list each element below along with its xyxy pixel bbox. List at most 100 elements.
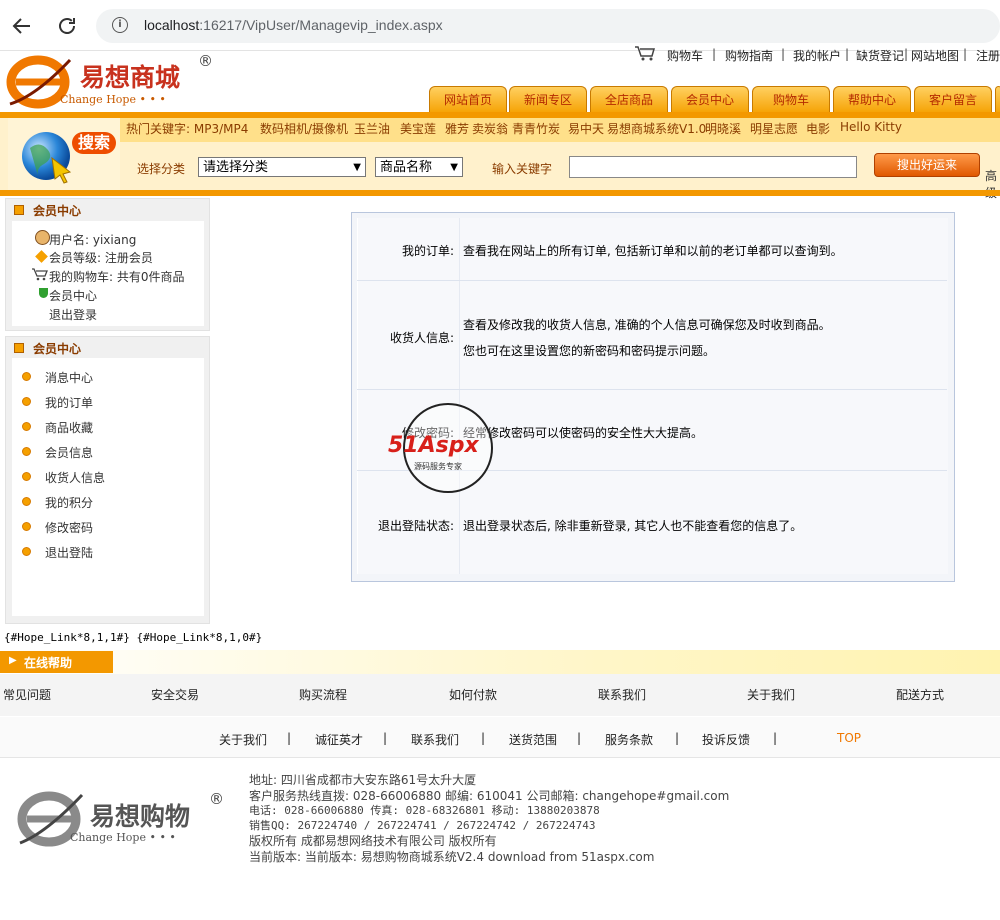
reload-button[interactable] xyxy=(55,14,79,38)
chevron-down-icon: ▼ xyxy=(353,162,361,173)
row-desc-orders: 查看我在网站上的所有订单, 包括新订单和以前的老订单都可以查询到。 xyxy=(463,244,843,258)
panel-head-icon xyxy=(14,205,24,215)
hot-keyword[interactable]: 电影 xyxy=(806,120,830,137)
nav-tab-more[interactable] xyxy=(995,86,1000,114)
keyword-label: 输入关键字 xyxy=(492,162,553,176)
divider: | xyxy=(675,731,680,745)
keyword-input[interactable] xyxy=(569,156,857,178)
hot-keyword[interactable]: 美宝莲 xyxy=(400,120,436,137)
nav-tab-home[interactable]: 网站首页 xyxy=(429,86,507,114)
category-select[interactable]: 请选择分类 ▼ xyxy=(198,157,366,177)
hot-keyword[interactable]: Hello Kitty xyxy=(840,120,902,134)
footer-qq: 销售QQ: 267224740 / 267224741 / 267224742 … xyxy=(249,819,596,832)
nav-tab-guestbook[interactable]: 客户留言 xyxy=(914,86,992,114)
row-divider xyxy=(357,280,947,281)
footer-logo-title: 易想购物 xyxy=(90,802,191,831)
globe-icon xyxy=(22,132,72,184)
help-bar xyxy=(0,650,1000,674)
info-icon[interactable]: i xyxy=(112,17,128,33)
divider: | xyxy=(287,731,292,745)
nav-tab-help[interactable]: 帮助中心 xyxy=(833,86,911,114)
footer-link-delivery-area[interactable]: 送货范围 xyxy=(509,731,557,748)
my-cart[interactable]: 我的购物车: 共有0件商品 xyxy=(49,268,185,285)
search-globe: 搜索 xyxy=(8,118,120,194)
logout-link[interactable]: 退出登录 xyxy=(49,306,97,323)
menu-item-logout[interactable]: 退出登陆 xyxy=(45,544,93,561)
nav-tab-news[interactable]: 新闻专区 xyxy=(509,86,587,114)
member-center-link[interactable]: 会员中心 xyxy=(49,287,97,304)
nav-tab-cart[interactable]: 购物车 xyxy=(752,86,830,114)
hot-keyword-label[interactable]: 热门关键字: MP3/MP4 xyxy=(126,120,248,137)
chevron-down-icon: ▼ xyxy=(450,162,458,173)
footer-link-feedback[interactable]: 投诉反馈 xyxy=(702,731,750,748)
footer-link-jobs[interactable]: 诚征英才 xyxy=(315,731,363,748)
username: 用户名: yixiang xyxy=(49,233,137,247)
divider: | xyxy=(577,731,582,745)
hot-keyword[interactable]: 雅芳 xyxy=(445,120,469,137)
footer-logo-subtitle: Change Hope • • • xyxy=(70,831,176,844)
back-button[interactable] xyxy=(10,14,34,38)
member-level: 会员等级: 注册会员 xyxy=(49,251,153,265)
hot-keyword[interactable]: 明晓溪 xyxy=(705,120,741,137)
watermark-subtext: 源码服务专家 xyxy=(414,462,462,471)
bullet-icon xyxy=(22,522,31,531)
help-link-payment[interactable]: 如何付款 xyxy=(449,686,497,703)
row-label-logout: 退出登陆状态: xyxy=(377,519,454,533)
hot-keyword[interactable]: 易想商城系统V1.0 xyxy=(607,120,706,137)
menu-item-favorites[interactable]: 商品收藏 xyxy=(45,419,93,436)
menu-item-password[interactable]: 修改密码 xyxy=(45,519,93,536)
menu-item-points[interactable]: 我的积分 xyxy=(45,494,93,511)
search-band-bottom xyxy=(0,190,1000,196)
nav-tab-products[interactable]: 全店商品 xyxy=(590,86,668,114)
menu-item-orders[interactable]: 我的订单 xyxy=(45,394,93,411)
row-label-orders: 我的订单: xyxy=(401,244,454,258)
divider: | xyxy=(383,731,388,745)
search-button[interactable]: 搜出好运来 xyxy=(874,153,980,177)
url-path: :16217/VipUser/Managevip_index.aspx xyxy=(199,17,443,33)
watermark-text: 51Aspx xyxy=(388,433,479,458)
menu-item-receiver[interactable]: 收货人信息 xyxy=(45,469,105,486)
cart-icon[interactable] xyxy=(634,45,656,64)
toplink-guide[interactable]: 购物指南 xyxy=(725,47,773,64)
toplink-register[interactable]: 注册 xyxy=(976,47,1000,64)
footer-logo: 易想购物 ® Change Hope • • • xyxy=(16,787,231,849)
row-divider xyxy=(357,389,947,390)
hot-keyword[interactable]: 易中天 xyxy=(568,120,604,137)
toplink-stockout[interactable]: 缺货登记 xyxy=(856,47,904,64)
divider: | xyxy=(963,47,968,61)
url-text: localhost:16217/VipUser/Managevip_index.… xyxy=(144,17,443,33)
divider: | xyxy=(712,47,717,61)
hot-keyword[interactable]: 卖炭翁 xyxy=(472,120,508,137)
hot-keyword[interactable]: 玉兰油 xyxy=(354,120,390,137)
hot-keyword[interactable]: 数码相机/摄像机 xyxy=(260,120,348,137)
help-link-process[interactable]: 购买流程 xyxy=(299,686,347,703)
help-link-contact[interactable]: 联系我们 xyxy=(598,686,646,703)
menu-item-member-info[interactable]: 会员信息 xyxy=(45,444,93,461)
nav-tab-member[interactable]: 会员中心 xyxy=(671,86,749,114)
footer-version: 当前版本: 当前版本: 易想购物商城系统V2.4 download from 5… xyxy=(249,850,655,864)
help-link-faq[interactable]: 常见问题 xyxy=(3,686,51,703)
search-badge: 搜索 xyxy=(72,132,116,154)
help-link-about[interactable]: 关于我们 xyxy=(747,686,795,703)
toplink-cart[interactable]: 购物车 xyxy=(667,47,703,64)
user-icon xyxy=(35,230,50,245)
hope-link-placeholder: {#Hope_Link*8,1,1#} {#Hope_Link*8,1,0#} xyxy=(4,631,263,644)
footer-link-terms[interactable]: 服务条款 xyxy=(605,731,653,748)
category-value: 请选择分类 xyxy=(203,160,269,175)
help-link-safe-trade[interactable]: 安全交易 xyxy=(151,686,199,703)
toplink-sitemap[interactable]: 网站地图 xyxy=(911,47,959,64)
row-desc-receiver-2: 您也可在这里设置您的新密码和密码提示问题。 xyxy=(463,344,716,358)
hot-keyword[interactable]: 明星志愿 xyxy=(750,120,798,137)
search-type-select[interactable]: 商品名称 ▼ xyxy=(375,157,463,177)
top-link[interactable]: TOP xyxy=(837,731,861,745)
bullet-icon xyxy=(22,547,31,556)
bullet-icon xyxy=(22,372,31,381)
site-logo[interactable]: 易想商城 ® Change Hope • • • xyxy=(6,52,216,110)
bullet-icon xyxy=(22,497,31,506)
footer-link-contact[interactable]: 联系我们 xyxy=(411,731,459,748)
footer-link-about[interactable]: 关于我们 xyxy=(219,731,267,748)
help-link-delivery[interactable]: 配送方式 xyxy=(896,686,944,703)
toplink-account[interactable]: 我的帐户 xyxy=(793,47,841,64)
hot-keyword[interactable]: 青青竹炭 xyxy=(512,120,560,137)
menu-item-messages[interactable]: 消息中心 xyxy=(45,369,93,386)
